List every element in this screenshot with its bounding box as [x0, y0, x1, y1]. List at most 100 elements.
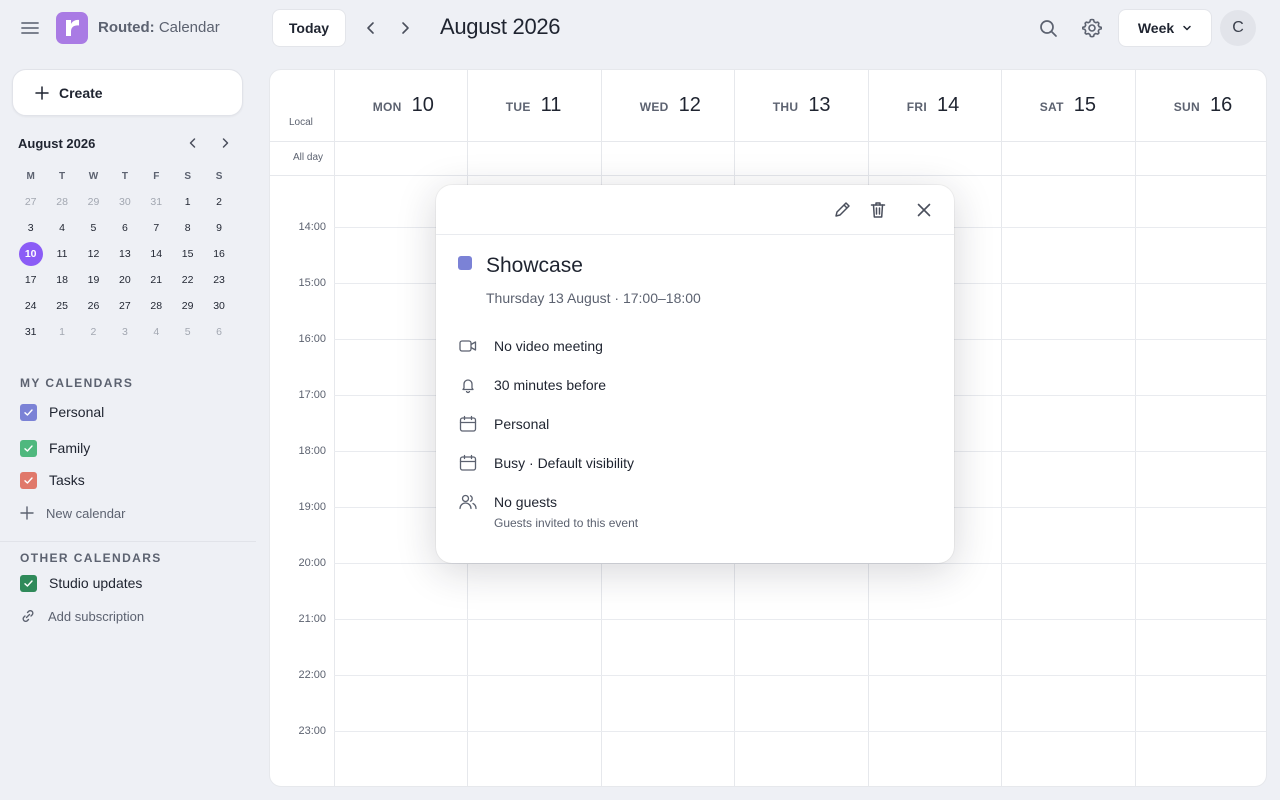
day-header-sun[interactable]: SUN 16	[1174, 94, 1233, 117]
create-button[interactable]: Create	[12, 69, 243, 116]
header-divider	[270, 141, 1266, 142]
mini-day[interactable]: 23	[203, 267, 234, 293]
mini-day[interactable]: 16	[203, 241, 234, 267]
mini-day[interactable]: 29	[172, 293, 203, 319]
mini-day[interactable]: 27	[109, 293, 140, 319]
add-subscription-link[interactable]: Add subscription	[20, 606, 144, 626]
mini-prev-month-button[interactable]	[186, 136, 202, 152]
day-column-divider	[334, 70, 335, 786]
calendar-item-studio-updates[interactable]: Studio updates	[20, 573, 142, 593]
day-header-thu[interactable]: THU 13	[773, 94, 831, 117]
mini-day[interactable]: 25	[46, 293, 77, 319]
mini-day[interactable]: 20	[109, 267, 140, 293]
chevron-left-icon	[189, 138, 196, 148]
add-subscription-label: Add subscription	[48, 608, 145, 624]
close-popup-button[interactable]	[913, 199, 935, 221]
day-of-week: TUE	[505, 100, 531, 114]
mini-day[interactable]: 15	[172, 241, 203, 267]
mini-day[interactable]: 9	[203, 215, 234, 241]
mini-day[interactable]: 31	[15, 319, 46, 345]
mini-day[interactable]: 26	[78, 293, 109, 319]
today-button[interactable]: Today	[272, 9, 346, 47]
mini-day[interactable]: 12	[78, 241, 109, 267]
day-number: 15	[1073, 94, 1097, 116]
mini-day[interactable]: 17	[15, 267, 46, 293]
mini-day[interactable]: 30	[109, 189, 140, 215]
close-icon	[917, 203, 931, 217]
mini-day[interactable]: 5	[172, 319, 203, 345]
menu-icon[interactable]	[18, 16, 42, 40]
mini-day[interactable]: 28	[141, 293, 172, 319]
mini-day[interactable]: 3	[15, 215, 46, 241]
hour-label: 21:00	[298, 613, 326, 625]
availability-text: Busy · Default visibility	[494, 455, 635, 471]
mini-day[interactable]: 30	[203, 293, 234, 319]
day-header-fri[interactable]: FRI 14	[907, 94, 959, 117]
mini-day[interactable]: 24	[15, 293, 46, 319]
calendar-item-personal[interactable]: Personal	[20, 402, 104, 422]
mini-day[interactable]: 6	[203, 319, 234, 345]
mini-week-row: 3456789	[15, 215, 235, 241]
calendar-checkbox[interactable]	[20, 439, 37, 457]
day-header-tue[interactable]: TUE 11	[506, 94, 562, 117]
mini-day[interactable]: 21	[141, 267, 172, 293]
video-meeting-row: No video meeting	[458, 336, 603, 356]
calendar-checkbox[interactable]	[20, 471, 37, 489]
mini-day[interactable]: 19	[78, 267, 109, 293]
day-header-sat[interactable]: SAT 15	[1040, 94, 1096, 117]
mini-next-month-button[interactable]	[218, 136, 234, 152]
mini-day[interactable]: 18	[46, 267, 77, 293]
calendar-item-tasks[interactable]: Tasks	[20, 470, 85, 490]
mini-day[interactable]: 28	[46, 189, 77, 215]
avatar[interactable]: C	[1220, 10, 1256, 46]
day-header-wed[interactable]: WED 12	[640, 94, 701, 117]
previous-week-button[interactable]	[359, 16, 383, 40]
mini-day[interactable]: 8	[172, 215, 203, 241]
mini-day[interactable]: 31	[141, 189, 172, 215]
mini-day[interactable]: 4	[141, 319, 172, 345]
gear-icon[interactable]	[1080, 16, 1104, 40]
chevron-right-icon	[222, 138, 229, 148]
new-calendar-link[interactable]: New calendar	[20, 503, 126, 523]
delete-event-button[interactable]	[867, 199, 889, 221]
day-header-mon[interactable]: MON 10	[373, 94, 434, 117]
mini-day[interactable]: 22	[172, 267, 203, 293]
mini-day[interactable]: 2	[78, 319, 109, 345]
mini-calendar-title: August 2026	[18, 136, 96, 151]
calendar-name-text: Personal	[494, 416, 550, 432]
mini-day[interactable]: 29	[78, 189, 109, 215]
hour-label: 23:00	[298, 725, 326, 737]
event-time: Thursday 13 August · 17:00–18:00	[486, 290, 701, 306]
mini-day[interactable]: 1	[172, 189, 203, 215]
mini-day[interactable]: 11	[46, 241, 77, 267]
mini-day[interactable]: 2	[203, 189, 234, 215]
mini-day[interactable]: 1	[46, 319, 77, 345]
mini-day[interactable]: 3	[109, 319, 140, 345]
edit-event-button[interactable]	[831, 199, 853, 221]
mini-day[interactable]: 4	[46, 215, 77, 241]
mini-week-row: 10 11 12 13 14 15 16	[15, 241, 235, 267]
search-icon[interactable]	[1036, 16, 1060, 40]
guests-text: No guests	[494, 494, 558, 510]
calendar-checkbox[interactable]	[20, 574, 37, 592]
next-week-button[interactable]	[393, 16, 417, 40]
mini-day[interactable]: 6	[109, 215, 140, 241]
mini-day[interactable]: 27	[15, 189, 46, 215]
guests-row: No guests Guests invited to this event	[458, 492, 638, 530]
calendar-item-family[interactable]: Family	[20, 438, 90, 458]
mini-day[interactable]: 14	[141, 241, 172, 267]
calendar-checkbox[interactable]	[20, 403, 37, 421]
mini-weekday-row: MTWTFSS	[15, 163, 235, 189]
mini-day[interactable]: 13	[109, 241, 140, 267]
video-camera-icon	[459, 340, 477, 352]
mini-weekday-label: F	[153, 170, 160, 182]
calendar-row: Personal	[458, 414, 549, 434]
hour-label: 20:00	[298, 557, 326, 569]
check-icon	[24, 444, 33, 452]
mini-day[interactable]: 5	[78, 215, 109, 241]
calendar-icon	[459, 415, 477, 432]
all-day-divider	[270, 175, 1266, 176]
mini-day-selected[interactable]: 10	[15, 241, 46, 267]
mini-day[interactable]: 7	[141, 215, 172, 241]
view-selector[interactable]: Week	[1118, 9, 1212, 47]
